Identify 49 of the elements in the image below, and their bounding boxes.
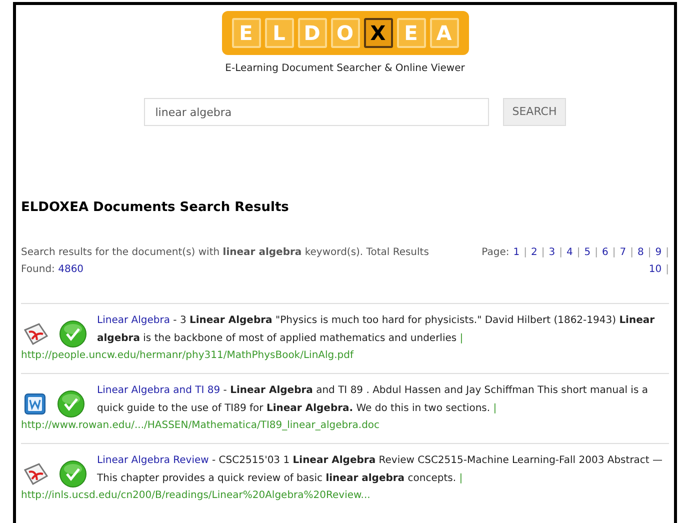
page-link[interactable]: 1 (513, 244, 520, 260)
logo-tile: L (264, 18, 294, 48)
word-file-icon (23, 392, 47, 416)
page-separator: | (524, 246, 527, 260)
check-icon[interactable] (57, 390, 85, 418)
logo-tile: E (232, 18, 260, 48)
result-title-link[interactable]: Linear Algebra Review (97, 454, 209, 466)
page-separator: | (576, 246, 580, 260)
pdf-file-icon (23, 462, 49, 486)
check-icon[interactable] (59, 460, 87, 488)
result-title-link[interactable]: Linear Algebra and TI 89 (97, 384, 220, 396)
tagline: E-Learning Document Searcher & Online Viewer (225, 62, 465, 76)
page-separator: | (666, 246, 669, 260)
page-separator: | (541, 246, 545, 260)
page-separator: | (559, 246, 562, 260)
page-label: Page: (482, 246, 510, 260)
search-button[interactable]: SEARCH (503, 98, 566, 126)
pdf-file-icon (23, 322, 49, 346)
page-link[interactable]: 10 (648, 260, 662, 278)
page-separator: | (666, 262, 669, 276)
logo-tile: A (430, 18, 458, 48)
logo[interactable]: E L D O X E A (222, 11, 468, 55)
page-link[interactable]: 4 (566, 244, 573, 260)
result-description: Linear Algebra Review - CSC2515'03 1 Linear Algebra Review CSC2515-Machine Learning-Fall 2003 Abstract —This chapter provides a quick review of basic linear algebra concepts. | (97, 454, 664, 486)
result-url-link[interactable]: http://inls.ucsd.edu/cn200/B/readings/Linear%20Algebra%20Review... (21, 488, 669, 504)
results-heading: ELDOXEA Documents Search Results (21, 199, 290, 217)
result-description: Linear Algebra - 3 Linear Algebra "Physics is much too hard for physicists." David Hilbert (1862-1943) Linear algebra is the backbone of most of applied mathematics and underlies | (97, 314, 656, 346)
result-description: Linear Algebra and TI 89 - Linear Algebra and TI 89 . Abdul Hassen and Jay Schiffman This short manual is a quick guide to the use of TI89 for Linear Algebra. We do this in two sections. | (97, 384, 649, 416)
check-icon[interactable] (59, 320, 87, 348)
page-separator: | (612, 246, 616, 260)
page-link[interactable]: 6 (602, 244, 608, 260)
logo-tile: E (396, 18, 426, 48)
logo-tile: X (364, 18, 392, 48)
page-separator: | (630, 246, 634, 260)
page-link[interactable]: 2 (531, 244, 538, 260)
result-title-link[interactable]: Linear Algebra (97, 314, 170, 326)
logo-tile: O (330, 18, 360, 48)
page-link[interactable]: 5 (584, 244, 591, 260)
result-url-link[interactable]: http://www.rowan.edu/.../HASSEN/Mathematica/TI89_linear_algebra.doc (21, 418, 669, 434)
result-url-link[interactable]: http://people.uncw.edu/hermanr/phy311/MathPhysBook/LinAlg.pdf (21, 348, 669, 364)
page-link[interactable]: 9 (655, 244, 662, 260)
logo-tile: D (298, 18, 326, 48)
page-separator: | (648, 246, 652, 260)
page-separator: | (594, 246, 598, 260)
search-field[interactable]: linear algebra (144, 98, 490, 126)
page-link[interactable]: 7 (620, 244, 626, 260)
results-summary: Search results for the document(s) with linear algebra keyword(s). Total Results Found: 4860 (21, 246, 430, 276)
page-link[interactable]: 3 (548, 244, 556, 260)
page-link[interactable]: 8 (638, 244, 644, 260)
